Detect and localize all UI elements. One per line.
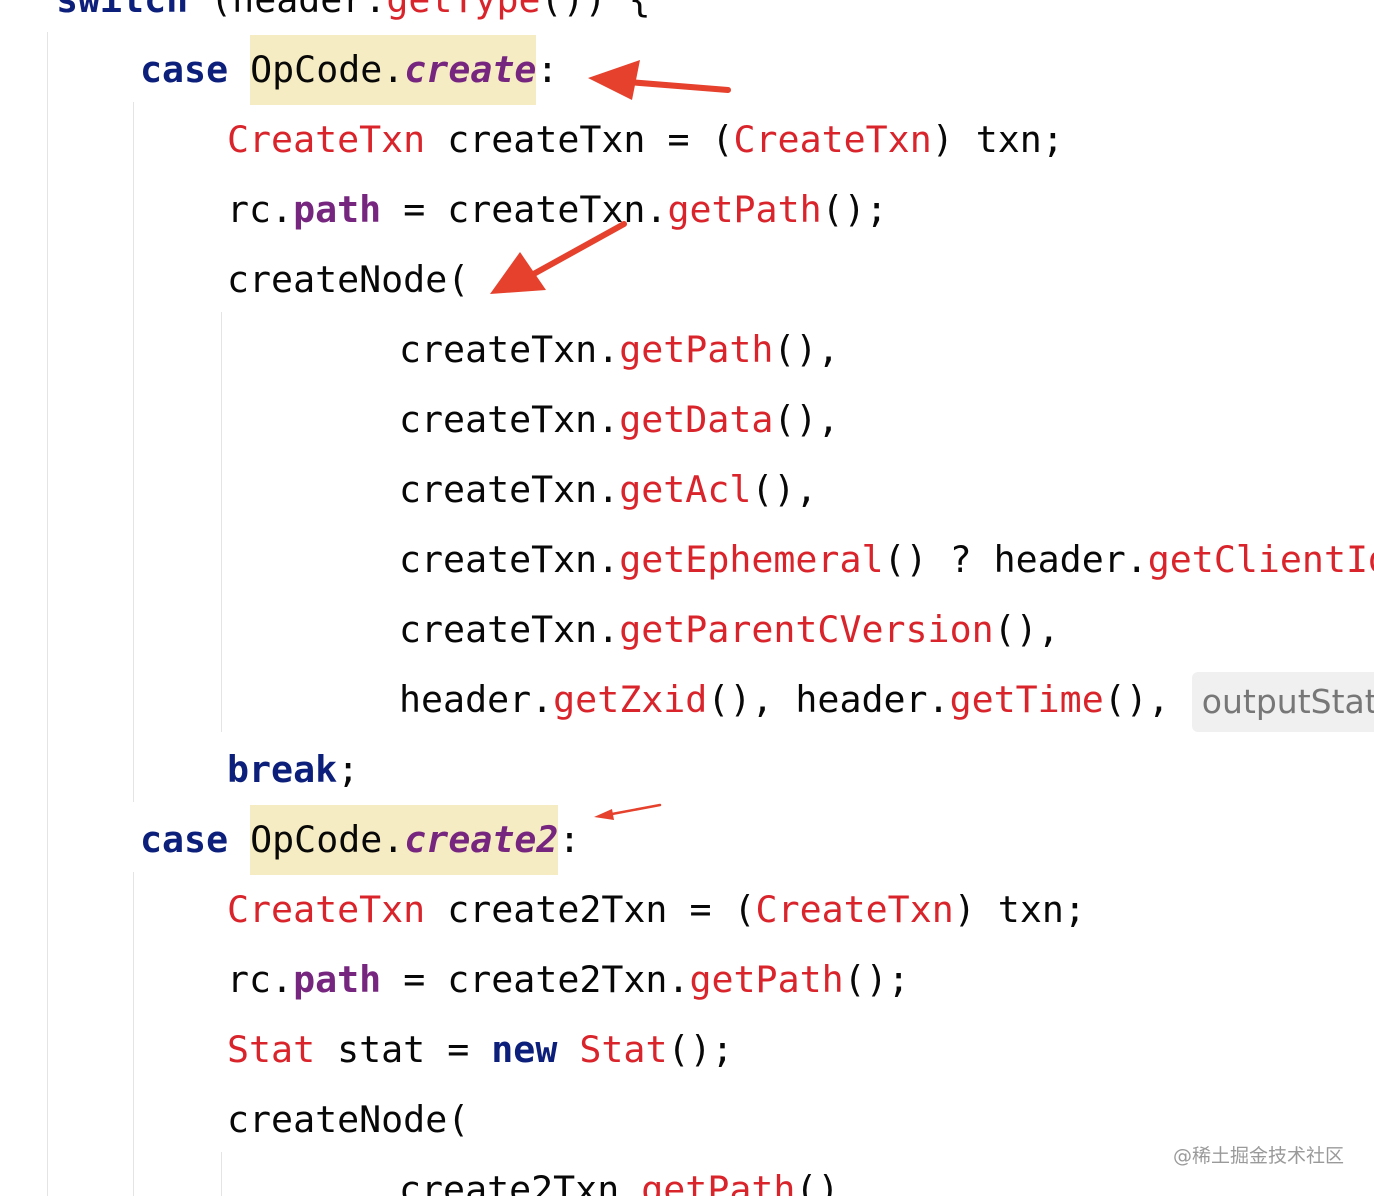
red-arrow	[490, 221, 627, 294]
red-arrow	[588, 60, 731, 100]
red-arrow	[594, 803, 662, 820]
code-editor[interactable]: switch (header.getType()) {case OpCode.c…	[0, 0, 1374, 1196]
watermark: @稀土掘金技术社区	[1172, 1145, 1344, 1167]
annotation-layer	[490, 60, 731, 820]
